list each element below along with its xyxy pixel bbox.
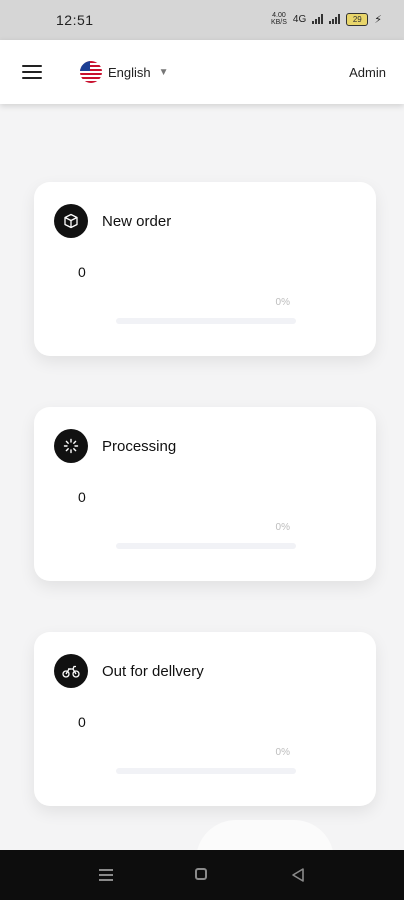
- system-nav-bar: [0, 850, 404, 900]
- signal-icon-2: [329, 14, 341, 24]
- status-time: 12:51: [56, 12, 94, 28]
- charging-icon: ⚡: [374, 13, 382, 26]
- progress-track: [116, 768, 296, 774]
- loading-spinner-icon: [54, 429, 88, 463]
- network-speed: 4.00 KB/S: [270, 12, 287, 26]
- card-new-order[interactable]: New order 0 0%: [34, 182, 376, 356]
- language-label: English: [108, 64, 151, 80]
- card-out-for-delivery[interactable]: Out for dellvery 0 0%: [34, 632, 376, 806]
- admin-user-button[interactable]: Admin: [349, 65, 386, 80]
- signal-icon: [312, 14, 324, 24]
- status-bar: 12:51 4.00 KB/S 4G 29 ⚡: [0, 0, 404, 40]
- card-title: Processing: [102, 438, 177, 455]
- card-count: 0: [78, 714, 86, 730]
- box-icon: [54, 204, 88, 238]
- language-selector[interactable]: English ▼: [80, 60, 169, 84]
- hamburger-menu-button[interactable]: [22, 65, 42, 79]
- recent-apps-button[interactable]: [97, 867, 115, 883]
- us-flag-icon: [80, 61, 102, 83]
- card-title: Out for dellvery: [102, 663, 204, 680]
- card-count: 0: [78, 264, 86, 280]
- home-button[interactable]: [193, 867, 211, 883]
- motorbike-icon: [54, 654, 88, 688]
- app-bar: English ▼ Admin: [0, 40, 404, 104]
- card-processing[interactable]: Processing 0 0%: [34, 407, 376, 581]
- progress-track: [116, 543, 296, 549]
- sim-label: 4G: [292, 13, 307, 25]
- card-percent: 0%: [275, 297, 290, 308]
- status-icons: 4.00 KB/S 4G 29 ⚡: [271, 12, 382, 26]
- back-button[interactable]: [290, 867, 308, 883]
- card-count: 0: [78, 489, 86, 505]
- card-percent: 0%: [275, 747, 290, 758]
- progress-track: [116, 318, 296, 324]
- card-title: New order: [102, 213, 172, 230]
- battery-icon: 29: [346, 12, 369, 26]
- card-percent: 0%: [275, 522, 290, 533]
- chevron-down-icon: ▼: [158, 66, 169, 78]
